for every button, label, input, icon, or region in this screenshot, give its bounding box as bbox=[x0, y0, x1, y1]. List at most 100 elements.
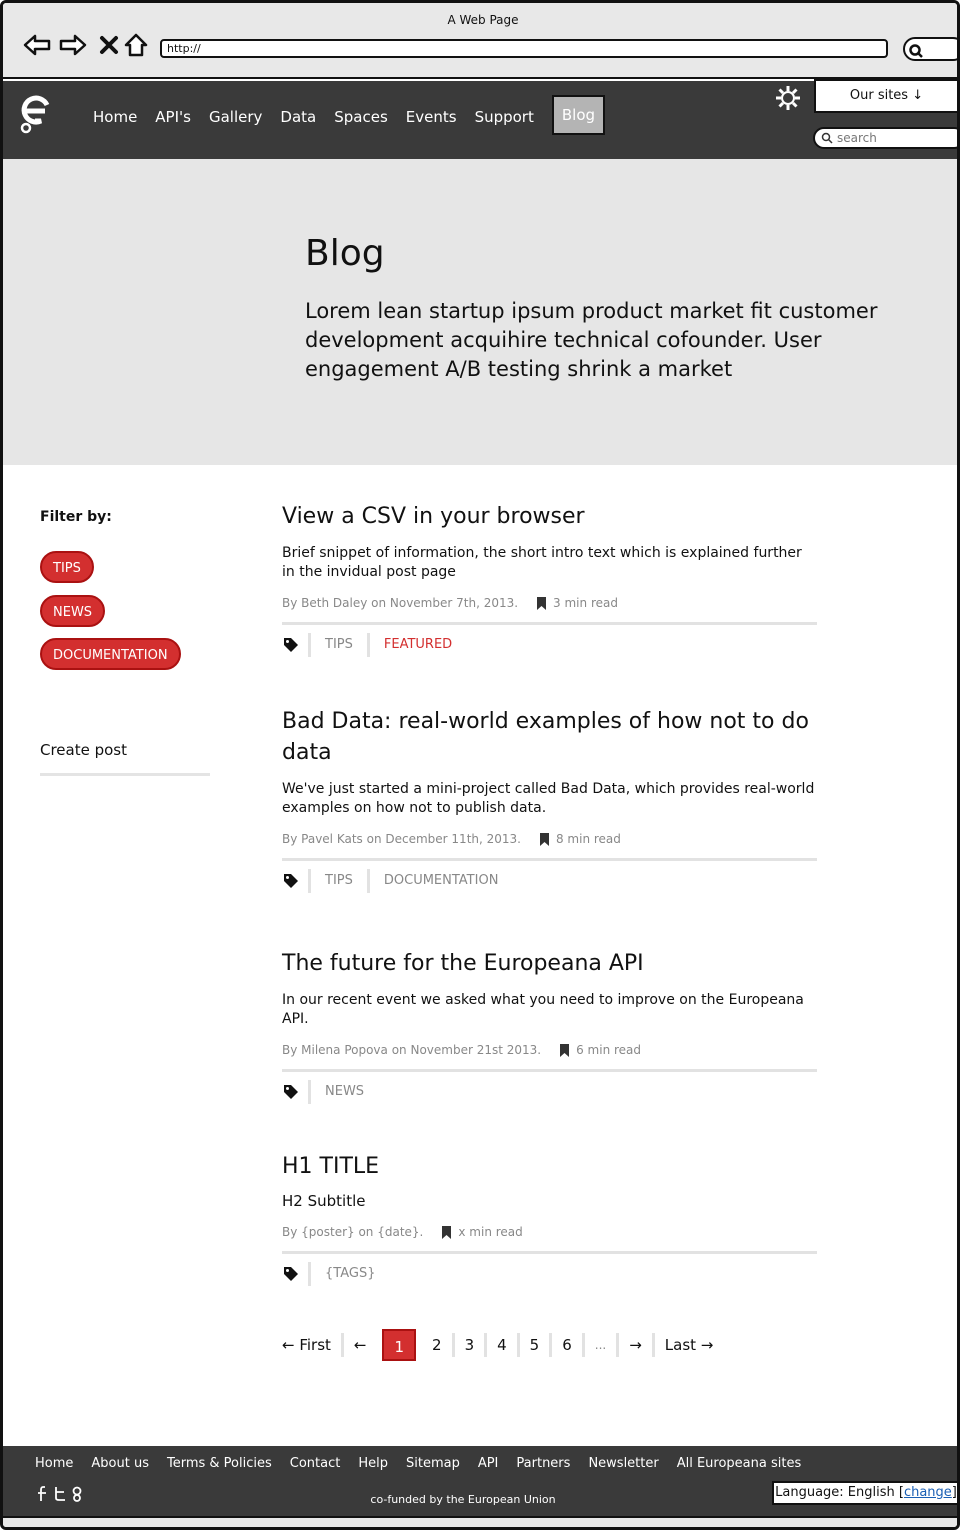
main-nav: Home API's Gallery Data Spaces Events Su… bbox=[93, 95, 623, 135]
tag-tips[interactable]: TIPS bbox=[308, 869, 367, 893]
window-title: A Web Page bbox=[447, 13, 519, 27]
forward-arrow-icon[interactable] bbox=[59, 31, 87, 59]
post-byline: By {poster} on {date}. bbox=[282, 1225, 424, 1239]
search-icon bbox=[821, 132, 833, 144]
url-input[interactable]: http:// bbox=[160, 39, 888, 58]
post-tags: TIPS DOCUMENTATION bbox=[282, 869, 817, 893]
footer-newsletter[interactable]: Newsletter bbox=[588, 1456, 658, 1471]
tag-icon bbox=[284, 1267, 298, 1281]
page-3[interactable]: 3 bbox=[455, 1333, 488, 1357]
post-meta: By Pavel Kats on December 11th, 2013. 8 … bbox=[282, 832, 817, 846]
page-2[interactable]: 2 bbox=[422, 1333, 455, 1357]
search-placeholder: search bbox=[837, 131, 877, 145]
bookmark-icon bbox=[539, 832, 549, 846]
read-time-label: 6 min read bbox=[576, 1043, 642, 1057]
footer-help[interactable]: Help bbox=[358, 1456, 388, 1471]
site-search-input[interactable]: search bbox=[813, 127, 957, 149]
stop-x-icon[interactable] bbox=[95, 31, 123, 59]
post-item: H1 TITLE H2 Subtitle By {poster} on {dat… bbox=[282, 1151, 817, 1286]
footer-api[interactable]: API bbox=[478, 1456, 499, 1471]
footer-about[interactable]: About us bbox=[91, 1456, 149, 1471]
post-tags: {TAGS} bbox=[282, 1262, 817, 1286]
divider bbox=[282, 858, 817, 861]
browser-search-field[interactable] bbox=[903, 37, 957, 61]
page-1-current[interactable]: 1 bbox=[382, 1329, 417, 1361]
nav-gallery[interactable]: Gallery bbox=[209, 107, 262, 127]
nav-blog[interactable]: Blog bbox=[551, 95, 606, 135]
tag-icon bbox=[284, 874, 298, 888]
divider bbox=[282, 1069, 817, 1072]
post-byline: By Milena Popova on November 21st 2013. bbox=[282, 1043, 542, 1057]
pagination: ← First ← 1 2 3 4 5 6 ... → Last → bbox=[282, 1329, 723, 1361]
divider bbox=[282, 622, 817, 625]
page-4[interactable]: 4 bbox=[487, 1333, 520, 1357]
filter-tips-button[interactable]: TIPS bbox=[40, 551, 94, 583]
language-selector: Language: English [change] bbox=[772, 1481, 957, 1505]
filter-label: Filter by: bbox=[40, 509, 112, 525]
post-meta: By Beth Daley on November 7th, 2013. 3 m… bbox=[282, 596, 817, 610]
tag-featured[interactable]: FEATURED bbox=[366, 633, 466, 657]
footer-sitemap[interactable]: Sitemap bbox=[406, 1456, 460, 1471]
create-post-link[interactable]: Create post bbox=[40, 741, 127, 759]
read-time: 6 min read bbox=[559, 1043, 641, 1057]
hero-description: Lorem lean startup ipsum product market … bbox=[305, 299, 878, 381]
nav-home[interactable]: Home bbox=[93, 107, 137, 127]
bookmark-icon bbox=[442, 1225, 452, 1239]
language-label: Language: English bbox=[775, 1485, 895, 1500]
read-time: 8 min read bbox=[539, 832, 621, 846]
nav-spaces[interactable]: Spaces bbox=[334, 107, 388, 127]
footer-partners[interactable]: Partners bbox=[516, 1456, 570, 1471]
post-snippet: In our recent event we asked what you ne… bbox=[282, 992, 804, 1027]
footer-all-sites[interactable]: All Europeana sites bbox=[677, 1456, 802, 1471]
our-sites-dropdown[interactable]: Our sites ↓ bbox=[814, 79, 957, 113]
gear-icon[interactable] bbox=[775, 85, 801, 115]
tag-tips[interactable]: TIPS bbox=[308, 633, 367, 657]
tag-icon bbox=[284, 1085, 298, 1099]
post-item: Bad Data: real-world examples of how not… bbox=[282, 706, 817, 893]
footer-home[interactable]: Home bbox=[35, 1456, 73, 1471]
back-arrow-icon[interactable] bbox=[23, 31, 51, 59]
page-6[interactable]: 6 bbox=[552, 1333, 585, 1357]
page-next[interactable]: → bbox=[619, 1333, 655, 1357]
post-tags: NEWS bbox=[282, 1080, 817, 1104]
divider bbox=[282, 1251, 817, 1254]
post-item: View a CSV in your browser Brief snippet… bbox=[282, 501, 817, 657]
nav-apis[interactable]: API's bbox=[155, 107, 191, 127]
language-change-link[interactable]: change bbox=[904, 1485, 952, 1500]
post-title[interactable]: Bad Data: real-world examples of how not… bbox=[282, 706, 817, 768]
footer-terms[interactable]: Terms & Policies bbox=[167, 1456, 272, 1471]
filter-documentation-button[interactable]: DOCUMENTATION bbox=[40, 638, 181, 670]
page-5[interactable]: 5 bbox=[520, 1333, 553, 1357]
browser-status-bar bbox=[3, 1516, 957, 1527]
post-byline: By Pavel Kats on December 11th, 2013. bbox=[282, 832, 521, 846]
post-title[interactable]: The future for the Europeana API bbox=[282, 948, 817, 979]
read-time-label: 3 min read bbox=[553, 596, 618, 610]
divider bbox=[40, 773, 210, 776]
page-last[interactable]: Last → bbox=[655, 1333, 724, 1357]
footer-nav: Home About us Terms & Policies Contact H… bbox=[35, 1456, 819, 1471]
hero-banner: Blog Lorem lean startup ipsum product ma… bbox=[3, 159, 957, 465]
page-first[interactable]: ← First bbox=[282, 1333, 344, 1357]
post-title[interactable]: View a CSV in your browser bbox=[282, 501, 817, 532]
site-footer: Home About us Terms & Policies Contact H… bbox=[3, 1446, 957, 1516]
home-icon[interactable] bbox=[122, 31, 150, 59]
browser-chrome: A Web Page http:// bbox=[3, 3, 957, 79]
read-time: 3 min read bbox=[536, 596, 618, 610]
post-subtitle: H2 Subtitle bbox=[282, 1192, 366, 1210]
read-time: x min read bbox=[441, 1225, 523, 1239]
post-title[interactable]: H1 TITLE bbox=[282, 1151, 817, 1182]
post-meta: By {poster} on {date}. x min read bbox=[282, 1225, 817, 1239]
tag-news[interactable]: NEWS bbox=[308, 1080, 378, 1104]
europeana-logo-icon[interactable] bbox=[17, 91, 53, 139]
read-time-label: x min read bbox=[458, 1225, 523, 1239]
post-meta: By Milena Popova on November 21st 2013. … bbox=[282, 1043, 817, 1057]
nav-support[interactable]: Support bbox=[475, 107, 534, 127]
page-prev[interactable]: ← bbox=[344, 1333, 377, 1357]
tag-placeholder[interactable]: {TAGS} bbox=[308, 1262, 389, 1286]
nav-events[interactable]: Events bbox=[406, 107, 457, 127]
nav-data[interactable]: Data bbox=[280, 107, 316, 127]
post-byline: By Beth Daley on November 7th, 2013. bbox=[282, 596, 519, 610]
filter-news-button[interactable]: NEWS bbox=[40, 595, 106, 627]
tag-documentation[interactable]: DOCUMENTATION bbox=[366, 869, 513, 893]
footer-contact[interactable]: Contact bbox=[290, 1456, 341, 1471]
